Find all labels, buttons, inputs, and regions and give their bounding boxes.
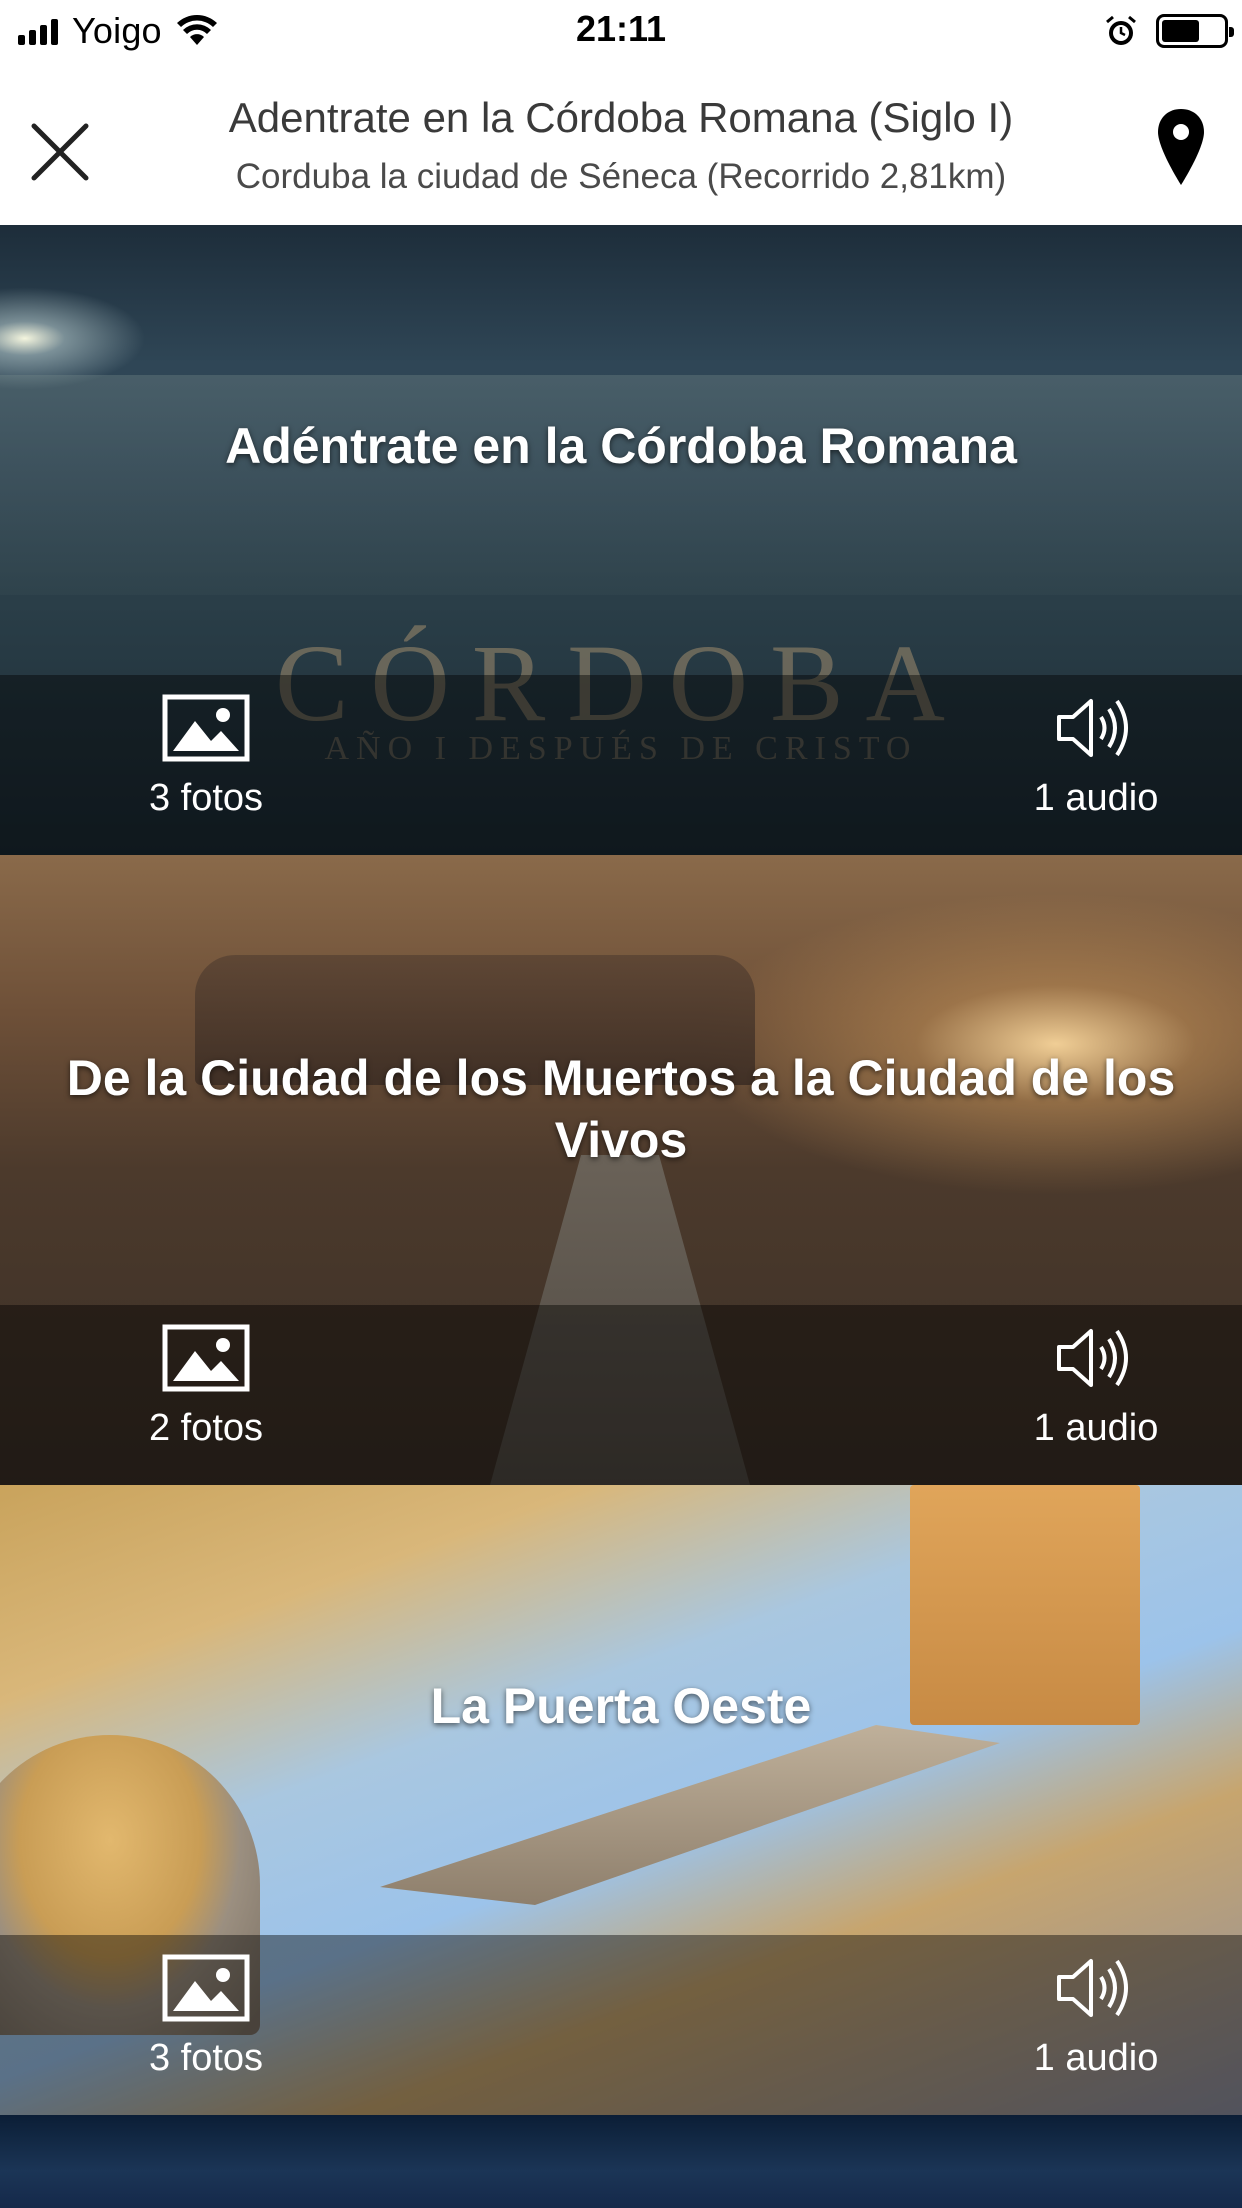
speaker-icon	[1057, 1329, 1128, 1387]
city-panorama	[0, 375, 1242, 595]
audio-button[interactable]: 1 audio	[976, 1953, 1216, 2081]
image-icon	[162, 1324, 250, 1392]
card-footer: 3 fotos 1 audio	[0, 1935, 1242, 2115]
stop-card[interactable]	[0, 2115, 1242, 2208]
page-subtitle: Corduba la ciudad de Séneca (Recorrido 2…	[235, 157, 1007, 196]
stop-card[interactable]: CÓRDOBA AÑO I DESPUÉS DE CRISTO Adéntrat…	[0, 225, 1242, 855]
status-time: 21:11	[575, 8, 667, 49]
stop-card[interactable]: De la Ciudad de los Muertos a la Ciudad …	[0, 855, 1242, 1485]
header-titles: Adentrate en la Córdoba Romana (Siglo I)…	[140, 92, 1102, 202]
stops-list: CÓRDOBA AÑO I DESPUÉS DE CRISTO Adéntrat…	[0, 225, 1242, 2208]
audio-count: 1 audio	[1033, 2037, 1159, 2079]
audio-button[interactable]: 1 audio	[976, 1323, 1216, 1451]
battery-fill	[1162, 20, 1199, 42]
card-background-image	[0, 2115, 1242, 2208]
stop-card[interactable]: La Puerta Oeste 3 fotos 1 audio	[0, 1485, 1242, 2115]
close-button[interactable]	[20, 112, 100, 192]
card-title: Adéntrate en la Córdoba Romana	[225, 418, 1017, 474]
status-bar: Yoigo 21:11	[0, 0, 1242, 62]
photos-button[interactable]: 3 fotos	[86, 693, 326, 821]
close-icon	[31, 123, 89, 181]
bridge-shape	[380, 1725, 1000, 1905]
speaker-icon	[1057, 699, 1128, 757]
speaker-icon	[1057, 1959, 1128, 2017]
battery-tip	[1229, 27, 1234, 37]
photos-button[interactable]: 3 fotos	[86, 1953, 326, 2081]
photos-count: 3 fotos	[148, 777, 264, 819]
audio-count: 1 audio	[1033, 777, 1159, 819]
photos-count: 3 fotos	[148, 2037, 264, 2079]
card-footer: 3 fotos 1 audio	[0, 675, 1242, 855]
page-title: Adentrate en la Córdoba Romana (Siglo I)	[228, 94, 1014, 141]
audio-count: 1 audio	[1033, 1407, 1159, 1449]
status-right	[1104, 10, 1234, 52]
audio-button[interactable]: 1 audio	[976, 693, 1216, 821]
photos-count: 2 fotos	[148, 1407, 264, 1449]
photos-button[interactable]: 2 fotos	[86, 1323, 326, 1451]
battery-icon	[1156, 14, 1234, 48]
card-title: De la Ciudad de los Muertos a la Ciudad …	[66, 1050, 1176, 1168]
image-icon	[162, 694, 250, 762]
alarm-icon	[1106, 15, 1136, 45]
map-button[interactable]	[1146, 102, 1216, 192]
map-pin-icon	[1158, 109, 1204, 185]
card-title: La Puerta Oeste	[430, 1678, 812, 1734]
card-footer: 2 fotos 1 audio	[0, 1305, 1242, 1485]
image-icon	[162, 1954, 250, 2022]
app-header: Adentrate en la Córdoba Romana (Siglo I)…	[0, 62, 1242, 225]
